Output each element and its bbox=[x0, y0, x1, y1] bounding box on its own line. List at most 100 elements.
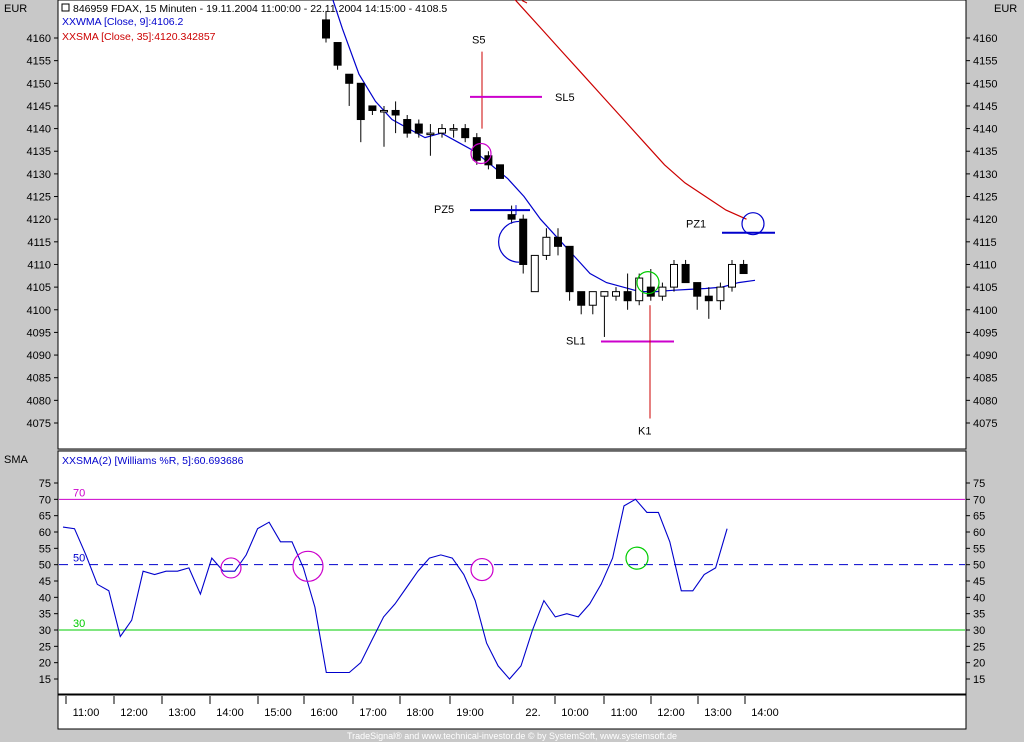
price-tick-label-left: 4150 bbox=[27, 78, 51, 90]
sma-legend: SMA [Close, 35]:4120.342857 bbox=[76, 31, 216, 43]
candle-down bbox=[461, 128, 470, 139]
ind-tick-label-left: 20 bbox=[39, 658, 51, 670]
ind-tick-label-left: 65 bbox=[39, 511, 51, 523]
candle-up bbox=[426, 132, 435, 136]
candle-down bbox=[704, 295, 713, 302]
indicator-header: XX SMA(2) [Williams %R, 5]:60.693686 bbox=[62, 455, 244, 467]
price-tick-label-left: 4110 bbox=[27, 259, 51, 271]
ind-tick-label-left: 25 bbox=[39, 641, 51, 653]
ind-tick-label-right: 55 bbox=[973, 543, 985, 555]
ind-tick-label-left: 55 bbox=[39, 543, 51, 555]
ref-label-30: 30 bbox=[73, 618, 85, 630]
price-tick-label-left: 4120 bbox=[27, 214, 51, 226]
price-tick-label-right: 4130 bbox=[973, 169, 997, 181]
ind-tick-label-right: 65 bbox=[973, 511, 985, 523]
price-tick-label-right: 4075 bbox=[973, 418, 997, 430]
candle-down bbox=[403, 119, 412, 134]
time-tick-label: 13:00 bbox=[168, 707, 196, 719]
price-tick-label-right: 4080 bbox=[973, 395, 997, 407]
price-tick-label-right: 4120 bbox=[973, 214, 997, 226]
ind-tick-label-left: 75 bbox=[39, 478, 51, 490]
currency-label-right: EUR bbox=[994, 3, 1017, 15]
price-tick-label-left: 4105 bbox=[27, 282, 51, 294]
price-tick-label-left: 4080 bbox=[27, 395, 51, 407]
ind-tick-label-left: 15 bbox=[39, 674, 51, 686]
candle-down bbox=[554, 236, 562, 247]
price-tick-label-left: 4125 bbox=[27, 192, 51, 204]
ref-label-70: 70 bbox=[73, 487, 85, 499]
time-tick-label: 15:00 bbox=[264, 707, 292, 719]
time-tick-label: 11:00 bbox=[611, 707, 638, 719]
candle-up bbox=[380, 109, 388, 113]
ind-tick-label-left: 30 bbox=[39, 625, 51, 637]
ind-tick-label-right: 30 bbox=[973, 625, 985, 637]
price-tick-label-left: 4140 bbox=[27, 124, 51, 136]
candle-down bbox=[519, 218, 528, 265]
candle-down bbox=[681, 263, 690, 284]
pz5-label: PZ5 bbox=[434, 204, 454, 216]
price-tick-label-left: 4085 bbox=[27, 373, 51, 385]
indicator-legend-prefix: XX bbox=[62, 455, 76, 467]
time-tick-label: 14:00 bbox=[751, 707, 779, 719]
candle-down bbox=[496, 164, 504, 179]
ind-tick-label-right: 20 bbox=[973, 658, 985, 670]
candle-down bbox=[577, 291, 586, 306]
ind-tick-label-left: 35 bbox=[39, 609, 51, 621]
candle-down bbox=[507, 214, 516, 220]
price-tick-label-right: 4140 bbox=[973, 124, 997, 136]
time-tick-label: 12:00 bbox=[120, 707, 148, 719]
price-tick-label-left: 4100 bbox=[27, 305, 51, 317]
price-tick-label-left: 4135 bbox=[27, 146, 51, 158]
candle-up bbox=[600, 291, 609, 297]
price-tick-label-right: 4145 bbox=[973, 101, 997, 113]
price-tick-label-left: 4095 bbox=[27, 327, 51, 339]
indicator-legend: SMA(2) [Williams %R, 5]:60.693686 bbox=[76, 455, 244, 467]
price-tick-label-right: 4135 bbox=[973, 146, 997, 158]
candle-up bbox=[542, 236, 551, 256]
ind-tick-label-left: 70 bbox=[39, 494, 51, 506]
price-tick-label-right: 4085 bbox=[973, 373, 997, 385]
candle-up bbox=[716, 286, 725, 302]
ind-tick-label-right: 45 bbox=[973, 576, 985, 588]
candle-down bbox=[356, 82, 365, 121]
ind-tick-label-right: 50 bbox=[973, 560, 985, 572]
candle-up bbox=[612, 291, 620, 297]
price-tick-label-left: 4155 bbox=[27, 56, 51, 68]
pz1-label: PZ1 bbox=[686, 219, 706, 231]
candle-down bbox=[391, 109, 400, 116]
sma-legend-prefix: XX bbox=[62, 31, 76, 43]
sl1-label: SL1 bbox=[566, 335, 586, 347]
candle-down bbox=[333, 42, 342, 66]
candle-down bbox=[739, 263, 748, 275]
price-tick-label-right: 4160 bbox=[973, 33, 997, 45]
currency-label-left: EUR bbox=[4, 3, 27, 15]
candle-down bbox=[368, 105, 377, 111]
wma-legend-prefix: XX bbox=[62, 16, 76, 28]
candle-down bbox=[322, 19, 330, 39]
candle-down bbox=[623, 291, 632, 302]
indicator-plot-area bbox=[57, 450, 967, 695]
candle-down bbox=[345, 73, 354, 84]
time-tick-label: 22. bbox=[525, 707, 540, 719]
price-tick-label-left: 4075 bbox=[27, 418, 51, 430]
ind-tick-label-right: 35 bbox=[973, 609, 985, 621]
chart-title: 846959 FDAX, 15 Minuten - 19.11.2004 11:… bbox=[73, 3, 447, 15]
candle-down bbox=[565, 245, 574, 293]
footer-credits: TradeSignal® and www.technical-investor.… bbox=[347, 731, 677, 741]
price-tick-label-right: 4105 bbox=[973, 282, 997, 294]
k1-label: K1 bbox=[638, 425, 651, 437]
candle-up bbox=[530, 254, 539, 293]
price-tick-label-left: 4145 bbox=[27, 101, 51, 113]
ind-tick-label-right: 40 bbox=[973, 592, 985, 604]
time-tick-label: 19:00 bbox=[456, 707, 484, 719]
ind-tick-label-right: 15 bbox=[973, 674, 985, 686]
price-tick-label-right: 4090 bbox=[973, 350, 997, 362]
ind-tick-label-right: 75 bbox=[973, 478, 985, 490]
price-tick-label-right: 4110 bbox=[973, 259, 997, 271]
indicator-panel-label: SMA bbox=[4, 454, 29, 466]
ind-tick-label-right: 70 bbox=[973, 494, 985, 506]
candle-up bbox=[449, 128, 458, 131]
sl5-label: SL5 bbox=[555, 92, 575, 104]
ref-label-50: 50 bbox=[73, 553, 85, 565]
price-tick-label-right: 4155 bbox=[973, 56, 997, 68]
